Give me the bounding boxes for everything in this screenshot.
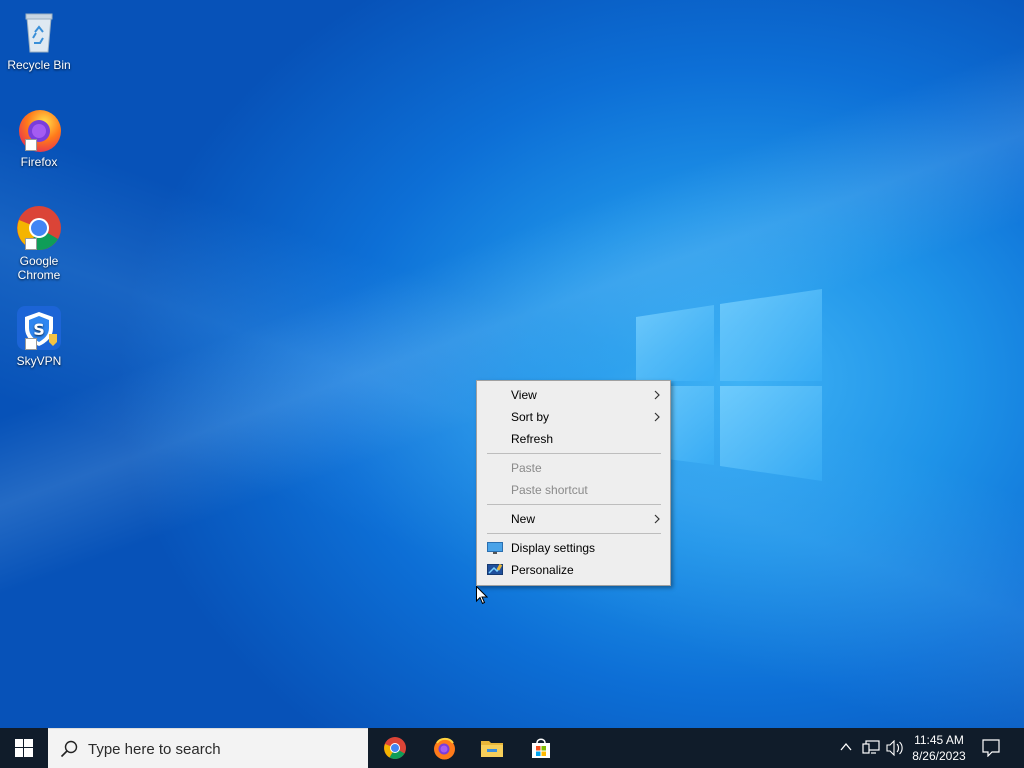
personalize-icon: [487, 563, 503, 575]
taskbar-app-file-explorer[interactable]: [468, 728, 516, 768]
desktop-icon-skyvpn[interactable]: S SkyVPN: [4, 304, 74, 368]
firefox-icon: [434, 737, 455, 760]
action-center-icon: [982, 739, 1000, 757]
menu-item-label: New: [511, 512, 536, 526]
taskbar-search-box[interactable]: Type here to search: [48, 728, 368, 768]
desktop-icon-label: Chrome: [17, 268, 61, 282]
menu-item-display-settings[interactable]: Display settings: [477, 537, 670, 559]
menu-item-label: Sort by: [511, 410, 550, 424]
menu-item-paste-shortcut: Paste shortcut: [477, 479, 670, 501]
chevron-right-icon: [654, 514, 660, 524]
search-icon: [60, 740, 78, 758]
menu-item-new[interactable]: New: [477, 508, 670, 530]
chrome-icon: [384, 737, 406, 759]
menu-item-paste: Paste: [477, 457, 670, 479]
start-button[interactable]: [0, 728, 48, 768]
volume-icon[interactable]: [886, 740, 904, 756]
desktop-icon-firefox[interactable]: Firefox: [4, 105, 74, 169]
recycle-bin-icon: [15, 8, 63, 56]
menu-item-label: Refresh: [511, 432, 554, 446]
search-placeholder: Type here to search: [88, 741, 221, 758]
chevron-right-icon: [654, 412, 660, 422]
skyvpn-icon: S: [15, 304, 63, 352]
chrome-icon: [15, 204, 63, 252]
chevron-right-icon: [654, 390, 660, 400]
shortcut-arrow-icon: [25, 139, 37, 151]
taskbar-app-chrome[interactable]: [371, 728, 419, 768]
menu-item-label: Personalize: [511, 563, 574, 577]
taskbar-app-firefox[interactable]: [420, 728, 468, 768]
menu-separator: [487, 453, 661, 454]
menu-item-label: Paste: [511, 461, 542, 475]
menu-item-personalize[interactable]: Personalize: [477, 559, 670, 581]
windows-start-icon: [15, 739, 33, 757]
chevron-up-icon[interactable]: [840, 742, 852, 752]
desktop-icon-label: SkyVPN: [16, 354, 62, 368]
menu-item-label: Paste shortcut: [511, 483, 588, 497]
desktop-icon-label: Recycle Bin: [7, 58, 71, 72]
taskbar: Type here to search 11:45 AM 8/26/2023: [0, 728, 1024, 768]
desktop-icon-recycle-bin[interactable]: Recycle Bin: [4, 8, 74, 72]
desktop[interactable]: Recycle Bin Firefox Google Chrome S SkyV…: [0, 0, 1024, 728]
microsoft-store-icon: [532, 738, 550, 758]
menu-item-label: Display settings: [511, 541, 596, 555]
action-center-button[interactable]: [976, 728, 1016, 768]
menu-item-sort-by[interactable]: Sort by: [477, 406, 670, 428]
clock-time: 11:45 AM: [914, 733, 964, 747]
wallpaper-light-beam: [0, 0, 1024, 728]
desktop-icon-google-chrome[interactable]: Google Chrome: [4, 204, 74, 282]
file-explorer-icon: [481, 741, 503, 757]
taskbar-app-microsoft-store[interactable]: [517, 728, 565, 768]
clock-date: 8/26/2023: [912, 749, 966, 763]
wallpaper-light-beam: [0, 0, 1024, 728]
menu-item-view[interactable]: View: [477, 384, 670, 406]
menu-item-refresh[interactable]: Refresh: [477, 428, 670, 450]
firefox-icon: [15, 105, 63, 153]
taskbar-clock[interactable]: 11:45 AM 8/26/2023: [910, 732, 968, 764]
network-icon[interactable]: [862, 740, 880, 756]
svg-text:S: S: [33, 320, 45, 339]
shortcut-arrow-icon: [25, 338, 37, 350]
menu-item-label: View: [511, 388, 537, 402]
menu-separator: [487, 533, 661, 534]
mouse-cursor-icon: [476, 586, 488, 605]
desktop-context-menu: View Sort by Refresh Paste Paste shortcu…: [476, 380, 671, 586]
shortcut-arrow-icon: [25, 238, 37, 250]
menu-separator: [487, 504, 661, 505]
desktop-icon-label: Google: [19, 254, 59, 268]
desktop-icon-label: Firefox: [20, 155, 58, 169]
display-settings-icon: [487, 542, 503, 554]
